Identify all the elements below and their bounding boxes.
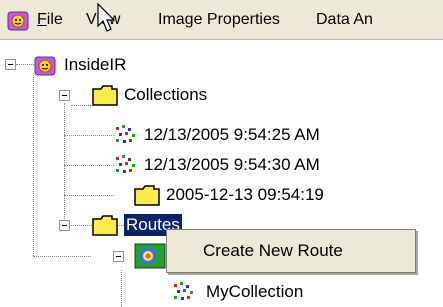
collapse-toggle-routes[interactable]	[59, 220, 70, 231]
route-image-icon	[134, 243, 166, 269]
tree-node-collection-item[interactable]: 12/13/2005 9:54:30 AM	[144, 154, 320, 176]
scatter-collection-icon	[174, 282, 193, 300]
collapse-toggle-root[interactable]	[5, 59, 16, 70]
menu-data-analysis[interactable]: Data An	[316, 10, 373, 30]
folder-icon	[92, 85, 118, 106]
menu-bar: File View Image Properties Data An	[0, 0, 443, 40]
app-icon	[34, 56, 56, 76]
folder-icon	[92, 215, 118, 236]
collapse-toggle-collections[interactable]	[59, 90, 70, 101]
menu-image-properties[interactable]: Image Properties	[158, 10, 280, 30]
collapse-toggle-route-child[interactable]	[113, 251, 124, 262]
folder-icon	[134, 185, 160, 206]
tree-node-root[interactable]: InsideIR	[64, 54, 126, 76]
app-icon[interactable]	[7, 9, 29, 31]
create-new-route-menu-item[interactable]: Create New Route	[169, 232, 413, 270]
scatter-collection-icon	[116, 125, 135, 143]
tree-node-my-collection[interactable]: MyCollection	[206, 281, 303, 303]
context-menu: Create New Route	[166, 229, 416, 273]
tree-node-collections[interactable]: Collections	[124, 84, 207, 106]
tree-node-folder-item[interactable]: 2005-12-13 09:54:19	[166, 184, 324, 206]
scatter-collection-icon	[116, 155, 135, 173]
mouse-cursor-icon	[97, 2, 116, 32]
tree-node-collection-item[interactable]: 12/13/2005 9:54:25 AM	[144, 124, 320, 146]
menu-file[interactable]: File	[37, 10, 63, 30]
